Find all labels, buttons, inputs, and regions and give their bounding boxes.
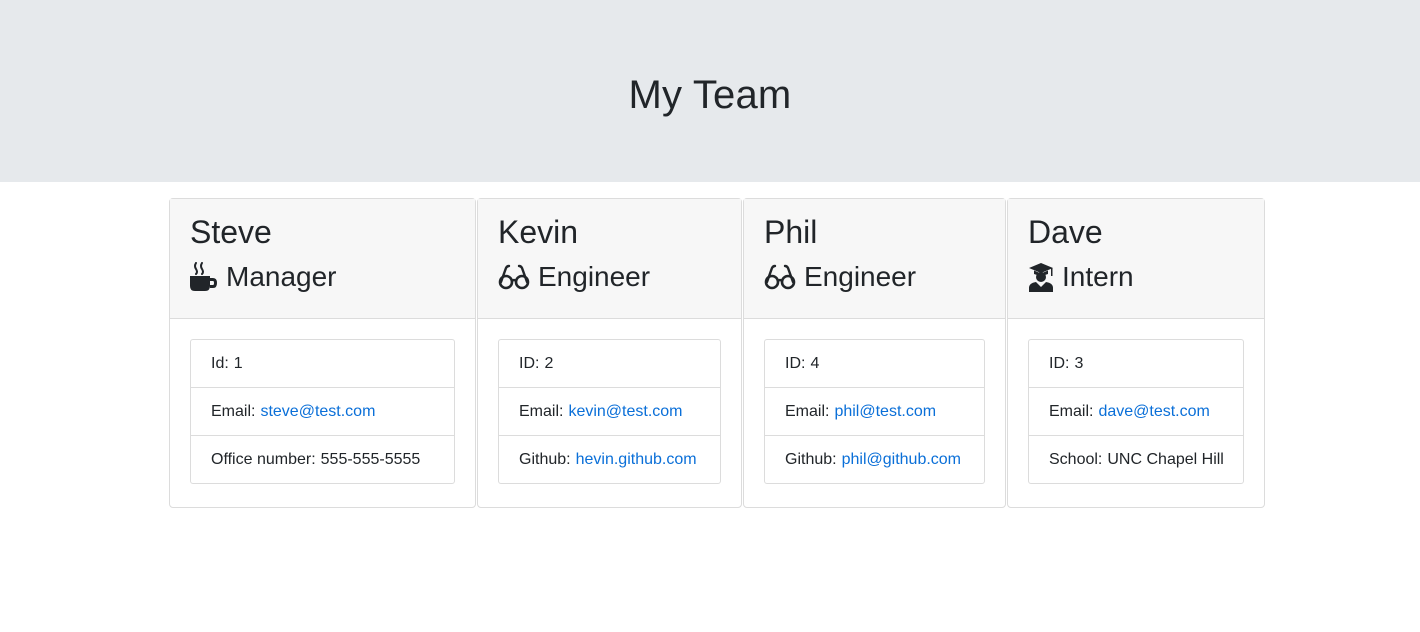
role-label: Manager xyxy=(226,261,337,292)
email-row: Email: dave@test.com xyxy=(1029,388,1243,436)
role-label: Engineer xyxy=(538,261,651,292)
employee-role: Engineer xyxy=(498,261,721,293)
employee-name: Phil xyxy=(764,214,818,250)
employee-name: Steve xyxy=(190,214,272,250)
team-cards: Steve Manager Id: 1 Email: steve@test.co… xyxy=(0,198,1420,508)
email-link[interactable]: steve@test.com xyxy=(260,403,375,421)
github-label: Github: xyxy=(785,450,837,468)
employee-details: ID: 2 Email: kevin@test.com Github: hevi… xyxy=(498,339,721,484)
id-row: Id: 1 xyxy=(191,340,454,388)
github-link[interactable]: phil@github.com xyxy=(842,451,961,469)
github-row: Github: phil@github.com xyxy=(765,436,984,483)
employee-role: Intern xyxy=(1028,261,1244,293)
id-value: 3 xyxy=(1074,354,1084,372)
email-label: Email: xyxy=(211,402,256,420)
github-row: Github: hevin.github.com xyxy=(499,436,720,483)
graduate-icon xyxy=(1028,262,1054,292)
school-value: UNC Chapel Hill xyxy=(1107,450,1224,468)
card-header: Phil Engineer xyxy=(744,199,1005,319)
employee-name: Dave xyxy=(1028,214,1103,250)
card-header: Dave Intern xyxy=(1008,199,1264,319)
email-link[interactable]: dave@test.com xyxy=(1098,403,1209,421)
coffee-icon xyxy=(190,262,218,292)
employee-card-kevin: Kevin Engineer ID: 2 Email: kevin@test.c… xyxy=(477,198,742,508)
office-number-row: Office number: 555-555-5555 xyxy=(191,436,454,483)
id-value: 4 xyxy=(810,354,820,372)
id-row: ID: 2 xyxy=(499,340,720,388)
card-body: ID: 4 Email: phil@test.com Github: phil@… xyxy=(744,319,1005,484)
employee-details: Id: 1 Email: steve@test.com Office numbe… xyxy=(190,339,455,484)
office-number-value: 555-555-5555 xyxy=(320,450,421,468)
school-label: School: xyxy=(1049,450,1103,468)
card-body: ID: 2 Email: kevin@test.com Github: hevi… xyxy=(478,319,741,484)
card-body: ID: 3 Email: dave@test.com School: UNC C… xyxy=(1008,319,1264,484)
card-header: Steve Manager xyxy=(170,199,475,319)
role-label: Engineer xyxy=(804,261,917,292)
employee-role: Engineer xyxy=(764,261,985,293)
card-body: Id: 1 Email: steve@test.com Office numbe… xyxy=(170,319,475,484)
id-label: ID: xyxy=(785,354,806,372)
page-title: My Team xyxy=(628,72,792,117)
glasses-icon xyxy=(764,264,796,290)
email-row: Email: kevin@test.com xyxy=(499,388,720,436)
employee-details: ID: 3 Email: dave@test.com School: UNC C… xyxy=(1028,339,1244,484)
id-label: ID: xyxy=(519,354,540,372)
id-row: ID: 4 xyxy=(765,340,984,388)
employee-details: ID: 4 Email: phil@test.com Github: phil@… xyxy=(764,339,985,484)
jumbotron-header: My Team xyxy=(0,0,1420,182)
github-label: Github: xyxy=(519,450,571,468)
email-link[interactable]: phil@test.com xyxy=(834,403,936,421)
email-row: Email: steve@test.com xyxy=(191,388,454,436)
email-link[interactable]: kevin@test.com xyxy=(568,403,682,421)
id-row: ID: 3 xyxy=(1029,340,1243,388)
id-label: ID: xyxy=(1049,354,1070,372)
id-value: 1 xyxy=(233,354,243,372)
office-number-label: Office number: xyxy=(211,450,316,468)
email-label: Email: xyxy=(785,402,830,420)
id-label: Id: xyxy=(211,354,229,372)
employee-role: Manager xyxy=(190,261,455,293)
role-label: Intern xyxy=(1062,261,1134,292)
id-value: 2 xyxy=(544,354,554,372)
employee-card-steve: Steve Manager Id: 1 Email: steve@test.co… xyxy=(169,198,476,508)
school-row: School: UNC Chapel Hill xyxy=(1029,436,1243,483)
email-label: Email: xyxy=(519,402,564,420)
email-label: Email: xyxy=(1049,402,1094,420)
glasses-icon xyxy=(498,264,530,290)
employee-card-dave: Dave Intern ID: 3 Email: dave@test.com S… xyxy=(1007,198,1265,508)
card-header: Kevin Engineer xyxy=(478,199,741,319)
employee-name: Kevin xyxy=(498,214,579,250)
github-link[interactable]: hevin.github.com xyxy=(576,451,697,469)
email-row: Email: phil@test.com xyxy=(765,388,984,436)
employee-card-phil: Phil Engineer ID: 4 Email: phil@test.com… xyxy=(743,198,1006,508)
